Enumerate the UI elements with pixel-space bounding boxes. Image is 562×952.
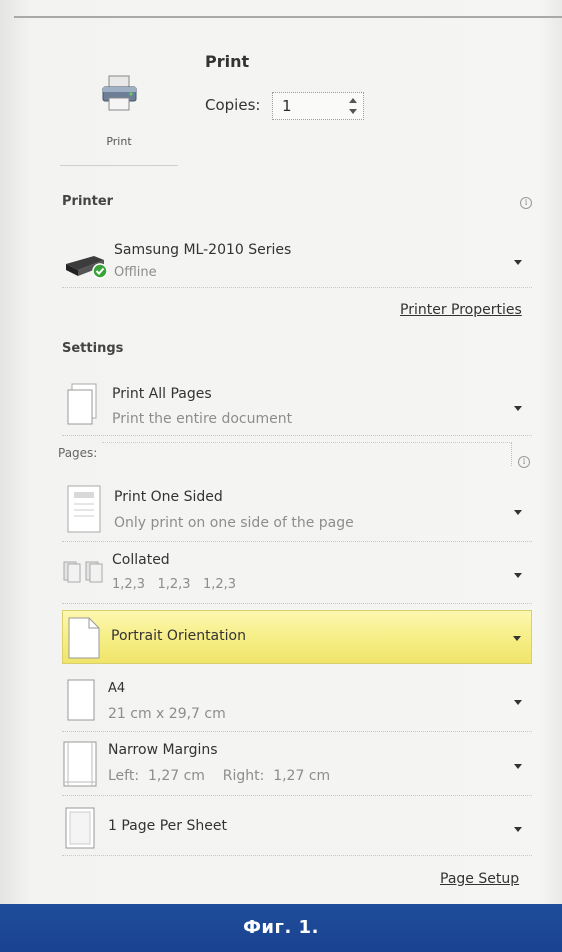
top-divider — [14, 16, 562, 18]
collation-sub: 1,2,3 1,2,3 1,2,3 — [112, 577, 237, 592]
printer-dropdown[interactable]: Samsung ML-2010 Series Offline — [62, 232, 532, 288]
print-range-dropdown[interactable]: Print All Pages Print the entire documen… — [62, 374, 532, 436]
spin-up-icon[interactable] — [349, 98, 357, 103]
printer-heading: Printer — [62, 194, 114, 209]
print-heading: Print — [205, 52, 250, 71]
settings-heading: Settings — [62, 341, 124, 356]
chevron-down-icon — [513, 636, 521, 641]
page-per-sheet-icon — [65, 807, 95, 849]
figure-caption: Фиг. 1. — [243, 917, 319, 938]
margins-dropdown[interactable]: Narrow Margins Left: 1,27 cm Right: 1,27… — [62, 734, 532, 796]
sides-sub: Only print on one side of the page — [114, 515, 354, 531]
printer-status: Offline — [114, 265, 157, 280]
page-setup-link[interactable]: Page Setup — [440, 871, 519, 887]
figure-caption-bar: Фиг. 1. — [0, 904, 562, 952]
chevron-down-icon — [514, 700, 522, 705]
printer-properties-link[interactable]: Printer Properties — [400, 302, 522, 318]
pages-per-sheet-dropdown[interactable]: 1 Page Per Sheet — [62, 800, 532, 856]
paper-size-sub: 21 cm x 29,7 cm — [108, 706, 226, 722]
chevron-down-icon — [514, 260, 522, 265]
print-button[interactable]: Print — [60, 40, 178, 166]
paper-size-dropdown[interactable]: A4 21 cm x 29,7 cm — [62, 670, 532, 732]
chevron-down-icon — [514, 764, 522, 769]
margins-title: Narrow Margins — [108, 742, 218, 758]
orientation-dropdown[interactable]: Portrait Orientation — [62, 610, 532, 664]
print-button-label: Print — [106, 135, 132, 148]
printer-device-icon — [66, 256, 108, 279]
copies-value: 1 — [282, 97, 292, 115]
spin-down-icon[interactable] — [349, 109, 357, 114]
copies-label: Copies: — [205, 96, 261, 114]
chevron-down-icon — [514, 510, 522, 515]
paper-size-title: A4 — [108, 681, 126, 696]
printer-icon — [102, 75, 137, 111]
info-icon[interactable]: i — [520, 197, 532, 209]
chevron-down-icon — [514, 573, 522, 578]
printer-name: Samsung ML-2010 Series — [114, 242, 292, 258]
pages-label: Pages: — [58, 446, 98, 460]
copies-stepper[interactable]: 1 — [272, 92, 364, 120]
info-icon[interactable]: i — [518, 456, 530, 468]
collation-title: Collated — [112, 552, 170, 568]
one-sided-page-icon — [67, 485, 101, 533]
chevron-down-icon — [514, 827, 522, 832]
margins-icon — [63, 741, 97, 787]
paper-size-icon — [67, 679, 95, 721]
collation-dropdown[interactable]: Collated 1,2,3 1,2,3 1,2,3 — [62, 546, 532, 604]
print-range-sub: Print the entire document — [112, 411, 293, 427]
pages-input[interactable] — [102, 442, 512, 466]
print-backstage-panel: Print Print Copies: 1 Printer i Samsung … — [0, 0, 562, 952]
pages-stack-icon — [67, 383, 97, 425]
print-range-title: Print All Pages — [112, 386, 212, 402]
chevron-down-icon — [514, 406, 522, 411]
sides-title: Print One Sided — [114, 489, 223, 505]
collated-icon — [63, 561, 103, 583]
pages-per-sheet-title: 1 Page Per Sheet — [108, 818, 227, 834]
orientation-title: Portrait Orientation — [111, 628, 246, 644]
margins-sub: Left: 1,27 cm Right: 1,27 cm — [108, 768, 331, 784]
portrait-page-icon — [68, 617, 100, 659]
sides-dropdown[interactable]: Print One Sided Only print on one side o… — [62, 478, 532, 542]
